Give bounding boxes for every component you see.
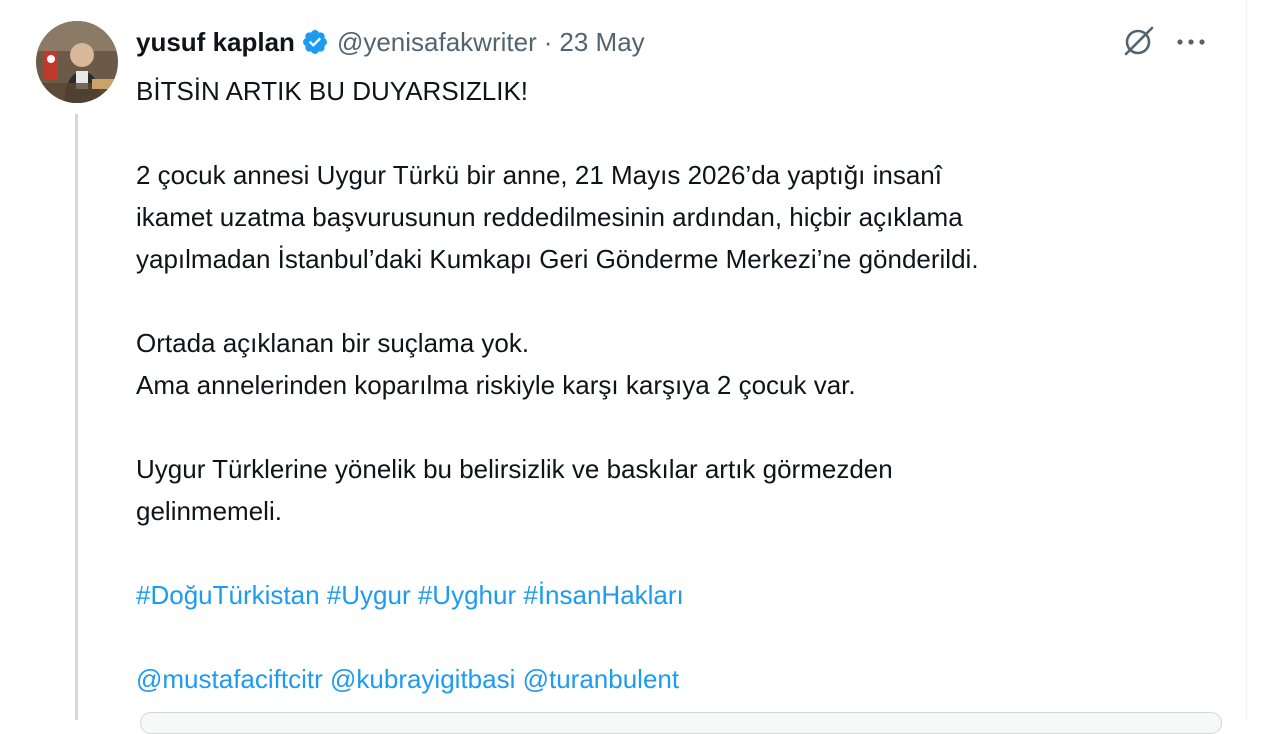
mention-link[interactable]: @turanbulent [523, 664, 680, 694]
media-card[interactable] [140, 712, 1222, 734]
tweet-date[interactable]: 23 May [559, 27, 644, 58]
tweet[interactable]: yusuf kaplan @yenisafakwriter · 23 May B… [0, 0, 1246, 734]
grok-button[interactable] [1120, 24, 1158, 62]
tweet-text-line: yapılmadan İstanbul’daki Kumkapı Geri Gö… [136, 244, 979, 274]
tweet-text-line: Ortada açıklanan bir suçlama yok. [136, 328, 530, 358]
hashtag-link[interactable]: #İnsanHakları [523, 580, 683, 610]
grok-icon [1122, 24, 1156, 63]
hashtag-link[interactable]: #DoğuTürkistan [136, 580, 320, 610]
hashtag-link[interactable]: #Uyghur [418, 580, 516, 610]
thread-line [75, 114, 78, 720]
more-options-button[interactable] [1172, 24, 1210, 62]
mention-link[interactable]: @mustafaciftcitr [136, 664, 323, 694]
verified-badge-icon [301, 28, 329, 56]
tweet-header: yusuf kaplan @yenisafakwriter · 23 May [136, 24, 645, 60]
mention-link[interactable]: @kubrayigitbasi [330, 664, 515, 694]
tweet-text-line: Ama annelerinden koparılma riskiyle karş… [136, 370, 856, 400]
tweet-text-line: gelinmemeli. [136, 496, 282, 526]
tweet-text: BİTSİN ARTIK BU DUYARSIZLIK! 2 çocuk ann… [136, 70, 1226, 700]
tweet-text-line: 2 çocuk annesi Uygur Türkü bir anne, 21 … [136, 160, 942, 190]
author-handle[interactable]: @yenisafakwriter [337, 27, 537, 58]
tweet-text-line: ikamet uzatma başvurusunun reddedilmesin… [136, 202, 963, 232]
tweet-text-line: Uygur Türklerine yönelik bu belirsizlik … [136, 454, 893, 484]
avatar[interactable] [36, 21, 118, 103]
hashtag-line: #DoğuTürkistan #Uygur #Uyghur #İnsanHakl… [136, 574, 1226, 616]
tweet-title-line: BİTSİN ARTIK BU DUYARSIZLIK! [136, 76, 529, 106]
hashtag-link[interactable]: #Uygur [327, 580, 411, 610]
more-options-icon [1175, 34, 1207, 52]
separator-dot: · [543, 26, 553, 57]
column-border [1246, 0, 1247, 720]
mention-line: @mustafaciftcitr @kubrayigitbasi @turanb… [136, 658, 1226, 700]
author-name[interactable]: yusuf kaplan [136, 27, 295, 58]
